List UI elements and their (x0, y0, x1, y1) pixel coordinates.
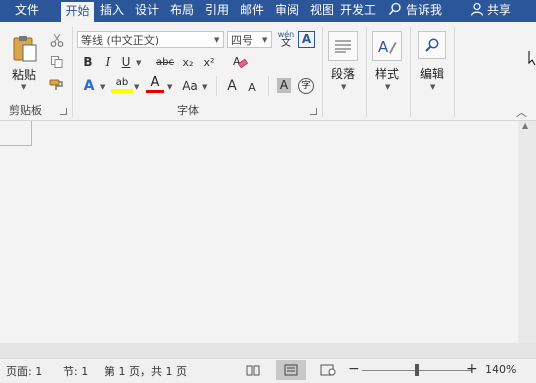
horizontal-gap (0, 343, 536, 358)
clipboard-dialog-launcher[interactable] (60, 108, 67, 115)
share-button[interactable]: 共享 (470, 0, 511, 22)
copy-icon[interactable] (48, 53, 66, 70)
font-color-button[interactable]: A (146, 76, 164, 96)
tell-me-label: 告诉我 (406, 3, 443, 17)
find-icon[interactable] (418, 31, 446, 59)
scroll-up-arrow[interactable]: ▲ (522, 121, 528, 130)
separator (216, 76, 217, 96)
separator (454, 27, 455, 117)
font-dialog-launcher[interactable] (310, 108, 317, 115)
vertical-scrollbar[interactable]: ▲ (518, 121, 536, 343)
mouse-cursor-icon (528, 50, 536, 69)
styles-caret[interactable]: ▼ (385, 83, 390, 91)
underline-button[interactable]: U (118, 54, 134, 70)
editing-label[interactable]: 编辑 (420, 65, 444, 82)
phonetic-guide-button[interactable]: wén 文 (277, 30, 295, 50)
page-number-status[interactable]: 页面: 1 (6, 363, 42, 379)
read-mode-icon[interactable] (246, 364, 260, 379)
tab-developer[interactable]: 开发工 (340, 0, 376, 22)
highlight-caret[interactable]: ▼ (134, 83, 139, 91)
section-status[interactable]: 节: 1 (63, 363, 88, 379)
tell-me-box[interactable]: 告诉我 (388, 0, 442, 22)
tab-insert[interactable]: 插入 (96, 0, 128, 22)
separator (322, 27, 323, 117)
tab-view[interactable]: 视图 (306, 0, 338, 22)
search-icon (388, 2, 401, 15)
styles-label[interactable]: 样式 (375, 65, 399, 82)
character-border-button[interactable]: A (298, 31, 315, 48)
tab-references[interactable]: 引用 (201, 0, 233, 22)
tab-mailings[interactable]: 邮件 (236, 0, 268, 22)
paragraph-caret[interactable]: ▼ (341, 83, 346, 91)
strikethrough-button[interactable]: abc (154, 54, 176, 70)
page-count-status[interactable]: 第 1 页，共 1 页 (104, 363, 187, 379)
cut-icon[interactable] (48, 31, 66, 48)
character-shading-button[interactable]: A (277, 78, 291, 93)
paragraph-label[interactable]: 段落 (331, 65, 355, 82)
superscript-button[interactable]: x² (201, 54, 217, 70)
tab-layout[interactable]: 布局 (166, 0, 198, 22)
paste-label[interactable]: 粘贴 (12, 66, 36, 83)
grow-font-button[interactable]: A (224, 77, 240, 95)
font-color-label: A (150, 75, 160, 90)
text-effects-caret[interactable]: ▼ (100, 83, 105, 91)
clipboard-group-label: 剪贴板 (9, 104, 42, 117)
text-effects-button[interactable]: A (80, 77, 98, 95)
change-case-button[interactable]: Aa (179, 77, 201, 95)
tab-design[interactable]: 设计 (131, 0, 163, 22)
font-group-label: 字体 (177, 104, 199, 117)
web-layout-icon[interactable] (320, 364, 336, 379)
font-name-caret[interactable]: ▼ (214, 36, 219, 44)
enclose-characters-button[interactable]: 字 (298, 78, 314, 94)
separator (268, 76, 269, 96)
underline-caret[interactable]: ▼ (136, 59, 141, 67)
document-area[interactable] (0, 121, 518, 343)
paragraph-icon[interactable] (328, 31, 358, 61)
font-size-value: 四号 (231, 34, 253, 47)
highlight-label: ab (115, 77, 129, 88)
print-layout-button[interactable] (276, 360, 306, 380)
styles-icon[interactable]: A (372, 31, 402, 61)
ribbon-tab-bar: 文件 开始 插入 设计 布局 引用 邮件 审阅 视图 开发工 告诉我 共享 (0, 0, 536, 22)
paste-icon[interactable] (8, 32, 42, 64)
separator (366, 27, 367, 117)
font-name-combo[interactable]: 等线 (中文正文) (77, 31, 224, 48)
collapse-ribbon-icon[interactable]: ︿ (516, 104, 527, 120)
font-color-swatch (146, 90, 164, 93)
paste-dropdown-caret[interactable]: ▼ (21, 83, 26, 91)
phonetic-bottom: 文 (281, 38, 291, 49)
zoom-level[interactable]: 140% (485, 363, 516, 376)
highlight-color-button[interactable]: ab (111, 76, 133, 96)
subscript-button[interactable]: x₂ (180, 54, 196, 70)
tab-home[interactable]: 开始 (61, 2, 94, 22)
separator (72, 27, 73, 117)
clear-formatting-icon[interactable]: A (231, 53, 249, 71)
zoom-in-button[interactable]: + (466, 361, 478, 377)
format-painter-icon[interactable] (48, 76, 66, 93)
highlight-swatch (111, 89, 133, 93)
tab-review[interactable]: 审阅 (271, 0, 303, 22)
font-color-caret[interactable]: ▼ (167, 83, 172, 91)
font-name-value: 等线 (中文正文) (81, 34, 160, 47)
zoom-out-button[interactable]: − (348, 361, 360, 377)
editing-caret[interactable]: ▼ (430, 83, 435, 91)
shrink-font-button[interactable]: A (245, 79, 259, 95)
print-layout-icon (284, 364, 298, 376)
italic-button[interactable]: I (100, 54, 116, 70)
font-size-caret[interactable]: ▼ (262, 36, 267, 44)
svg-text:A: A (378, 38, 389, 56)
status-bar: 页面: 1 节: 1 第 1 页，共 1 页 − + 140% (0, 358, 536, 383)
bold-button[interactable]: B (80, 54, 96, 70)
share-label: 共享 (487, 3, 512, 17)
page-corner-mark (0, 121, 32, 146)
separator (410, 27, 411, 117)
person-icon (470, 2, 484, 16)
zoom-slider-thumb[interactable] (415, 364, 419, 376)
change-case-caret[interactable]: ▼ (202, 83, 207, 91)
tab-file[interactable]: 文件 (6, 0, 48, 22)
